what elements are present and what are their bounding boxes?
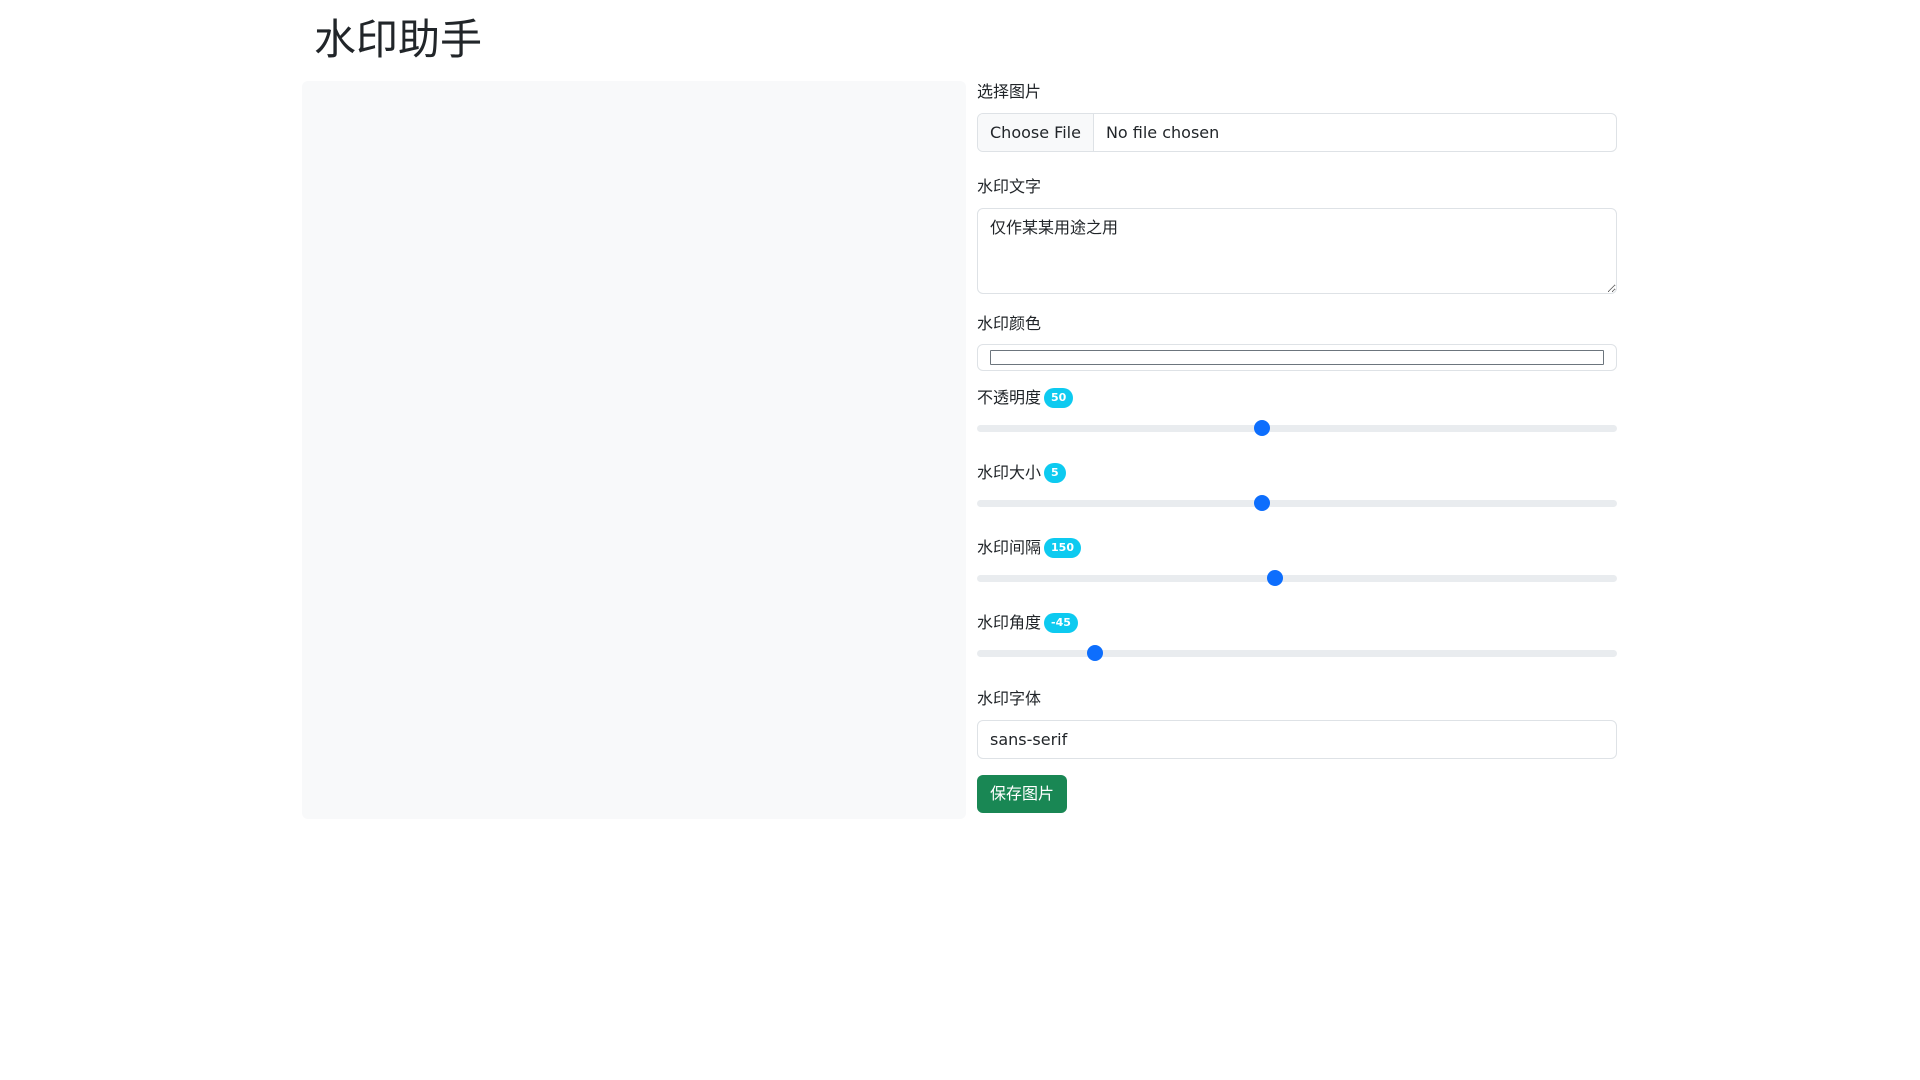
spacing-value-badge: 150 — [1044, 538, 1081, 558]
spacing-group: 水印间隔 150 — [977, 537, 1617, 586]
size-group: 水印大小 5 — [977, 462, 1617, 511]
opacity-slider[interactable] — [977, 420, 1617, 436]
slider-track — [977, 500, 1617, 507]
opacity-label: 不透明度 50 — [977, 387, 1617, 409]
watermark-text-input[interactable] — [977, 208, 1617, 294]
watermark-text-label: 水印文字 — [977, 177, 1042, 196]
slider-thumb[interactable] — [1253, 420, 1270, 436]
size-label: 水印大小 5 — [977, 462, 1617, 484]
text-group: 水印文字 — [977, 176, 1617, 298]
angle-label-text: 水印角度 — [977, 613, 1042, 632]
slider-thumb[interactable] — [1266, 570, 1283, 586]
watermark-font-label: 水印字体 — [977, 689, 1042, 708]
color-group: 水印颜色 — [977, 313, 1617, 371]
slider-thumb[interactable] — [1087, 645, 1104, 661]
file-label: 选择图片 — [977, 82, 1042, 101]
slider-thumb[interactable] — [1253, 495, 1270, 511]
save-image-button[interactable]: 保存图片 — [977, 775, 1068, 813]
opacity-label-text: 不透明度 — [977, 388, 1042, 407]
spacing-label-text: 水印间隔 — [977, 538, 1042, 557]
watermark-font-input[interactable]: sans-serif — [977, 720, 1617, 759]
slider-track — [977, 425, 1617, 432]
page-title: 水印助手 — [314, 15, 483, 64]
angle-group: 水印角度 -45 — [977, 612, 1617, 661]
file-group: 选择图片 Choose File No file chosen — [977, 81, 1617, 152]
watermark-color-picker[interactable] — [977, 344, 1617, 371]
font-group: 水印字体 sans-serif — [977, 688, 1617, 759]
spacing-slider[interactable] — [977, 570, 1617, 586]
opacity-value-badge: 50 — [1044, 388, 1074, 408]
file-input[interactable]: Choose File No file chosen — [977, 113, 1617, 152]
angle-slider[interactable] — [977, 645, 1617, 661]
size-label-text: 水印大小 — [977, 463, 1042, 482]
slider-track — [977, 650, 1617, 657]
size-slider[interactable] — [977, 495, 1617, 511]
size-value-badge: 5 — [1044, 463, 1066, 483]
file-status-text: No file chosen — [1105, 123, 1220, 142]
color-swatch — [990, 350, 1604, 365]
angle-value-badge: -45 — [1044, 613, 1078, 633]
choose-file-button[interactable]: Choose File — [978, 114, 1094, 151]
image-preview-canvas[interactable] — [302, 81, 966, 819]
opacity-group: 不透明度 50 — [977, 387, 1617, 436]
watermark-color-label: 水印颜色 — [977, 314, 1042, 333]
angle-label: 水印角度 -45 — [977, 612, 1617, 634]
spacing-label: 水印间隔 150 — [977, 537, 1617, 559]
slider-track — [977, 575, 1617, 582]
control-panel: 选择图片 Choose File No file chosen 水印文字 水印颜… — [977, 81, 1617, 813]
